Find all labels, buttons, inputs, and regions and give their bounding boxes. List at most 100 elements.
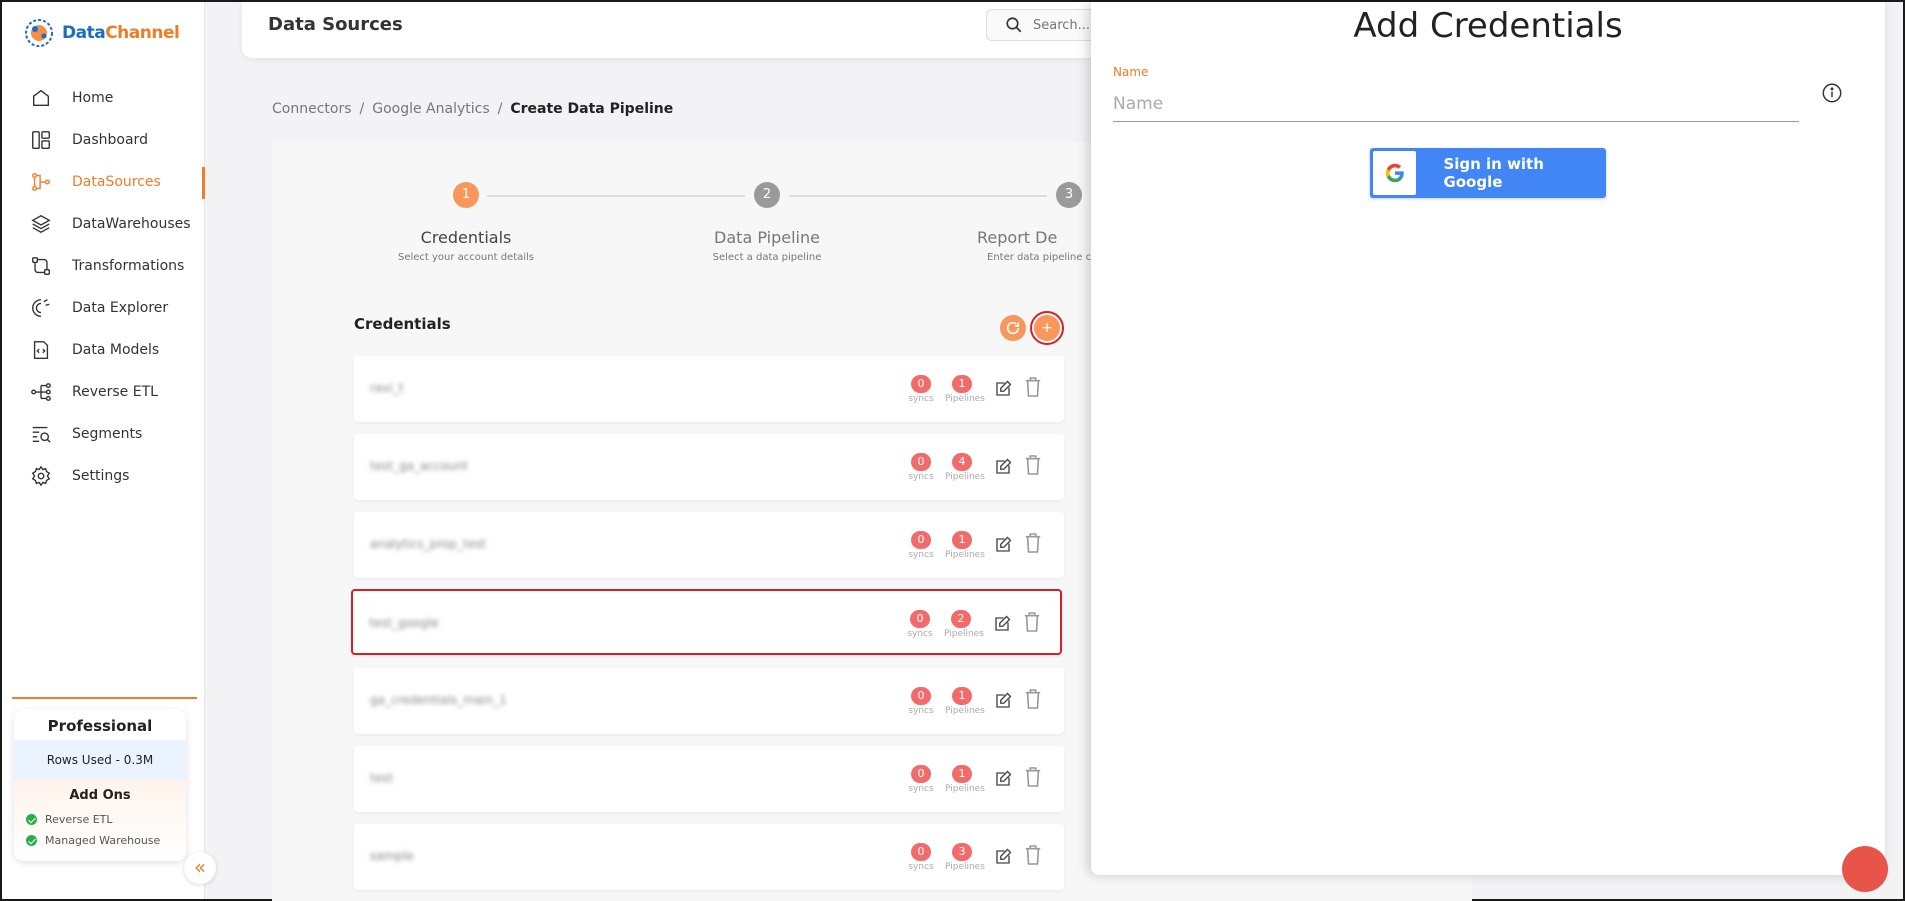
datasources-icon (32, 173, 50, 191)
addons-section: Add Ons Reverse ETL Managed Warehouse (14, 780, 186, 861)
pipelines-badge-group: 2 Pipelines (944, 607, 984, 639)
data-explorer-icon (32, 299, 50, 317)
pipelines-label: Pipelines (945, 472, 985, 482)
sign-in-with-google-button[interactable]: Sign in with Google (1370, 148, 1606, 198)
trash-icon[interactable] (1024, 766, 1042, 788)
breadcrumb-google-analytics[interactable]: Google Analytics (372, 101, 489, 117)
syncs-badge-group: 0 syncs (904, 450, 938, 482)
collapse-sidebar-button[interactable]: « (184, 852, 216, 884)
add-credential-button[interactable]: + (1030, 311, 1064, 345)
home-icon (32, 89, 50, 107)
credentials-title: Credentials (354, 315, 451, 333)
addons-title: Add Ons (69, 788, 131, 803)
page-title: Data Sources (268, 14, 403, 35)
credential-row[interactable]: ravi_t 0 syncs 1 Pipelines (354, 356, 1064, 422)
pipelines-label: Pipelines (945, 550, 985, 560)
credential-name: analytics_prop_test (370, 537, 486, 551)
trash-icon[interactable] (1024, 688, 1042, 710)
syncs-badge-group: 0 syncs (903, 607, 937, 639)
data-models-icon (33, 341, 49, 359)
step-3-circle[interactable]: 3 (1056, 182, 1082, 208)
credential-name: sample (370, 849, 414, 863)
step-2-label: Data Pipeline (714, 228, 820, 247)
breadcrumb-connectors[interactable]: Connectors (272, 101, 352, 117)
step-2-sub: Select a data pipeline (712, 252, 822, 263)
syncs-count-badge: 0 (911, 843, 931, 861)
edit-icon[interactable] (994, 770, 1012, 788)
edit-icon[interactable] (993, 615, 1011, 633)
name-input[interactable] (1113, 86, 1799, 122)
sidebar: DataChannel Home Dashboard DataSources D… (2, 2, 216, 899)
plan-divider (12, 697, 197, 699)
sidebar-item-label: Data Explorer (72, 300, 169, 316)
syncs-badge-group: 0 syncs (904, 372, 938, 404)
step-2-circle[interactable]: 2 (754, 182, 780, 208)
check-icon (26, 835, 37, 846)
settings-icon (31, 465, 51, 487)
step-1-circle[interactable]: 1 (453, 182, 479, 208)
credential-name: test (370, 771, 394, 785)
syncs-badge-group: 0 syncs (904, 684, 938, 716)
credential-row[interactable]: test_google 0 syncs 2 Pipelines (351, 589, 1062, 655)
edit-icon[interactable] (994, 848, 1012, 866)
step-1-label: Credentials (420, 228, 512, 247)
edit-icon[interactable] (994, 380, 1012, 398)
syncs-label: syncs (907, 629, 933, 639)
edit-icon[interactable] (994, 458, 1012, 476)
sidebar-item-dashboard[interactable]: Dashboard (2, 119, 204, 161)
sidebar-item-data-models[interactable]: Data Models (2, 329, 204, 371)
logo-text: DataChannel (62, 23, 180, 43)
credential-row[interactable]: analytics_prop_test 0 syncs 1 Pipelines (354, 512, 1064, 578)
refresh-icon (1006, 321, 1020, 335)
syncs-label: syncs (908, 862, 934, 872)
pipelines-label: Pipelines (944, 629, 984, 639)
pipelines-badge-group: 1 Pipelines (945, 528, 985, 560)
breadcrumb: Connectors / Google Analytics / Create D… (272, 101, 673, 117)
syncs-label: syncs (908, 394, 934, 404)
sidebar-item-settings[interactable]: Settings (2, 455, 204, 497)
dashboard-icon (32, 131, 50, 149)
trash-icon[interactable] (1024, 844, 1042, 866)
plan-card: Professional Rows Used - 0.3M Add Ons Re… (14, 709, 186, 861)
logo[interactable]: DataChannel (22, 16, 180, 50)
sidebar-item-label: Dashboard (72, 132, 148, 148)
pipelines-count-badge: 2 (951, 610, 971, 628)
pipelines-badge-group: 1 Pipelines (945, 762, 985, 794)
pipelines-badge-group: 4 Pipelines (945, 450, 985, 482)
sidebar-item-label: Settings (72, 468, 130, 484)
credential-row[interactable]: test 0 syncs 1 Pipelines (354, 746, 1064, 812)
sidebar-item-home[interactable]: Home (2, 77, 204, 119)
pipelines-count-badge: 1 (952, 687, 972, 705)
refresh-button[interactable] (1000, 315, 1026, 341)
trash-icon[interactable] (1024, 376, 1042, 398)
trash-icon[interactable] (1024, 532, 1042, 554)
info-icon[interactable] (1821, 82, 1843, 104)
step-1-sub: Select your account details (397, 252, 535, 263)
edit-icon[interactable] (994, 692, 1012, 710)
pipelines-count-badge: 1 (952, 375, 972, 393)
credential-row[interactable]: ga_credentials_main_1 0 syncs 1 Pipelines (354, 668, 1064, 734)
credential-row[interactable]: test_ga_account 0 syncs 4 Pipelines (354, 434, 1064, 500)
pipelines-label: Pipelines (945, 706, 985, 716)
sidebar-item-data-explorer[interactable]: Data Explorer (2, 287, 204, 329)
name-field-label: Name (1113, 65, 1149, 79)
rows-used: Rows Used - 0.3M (14, 740, 186, 780)
syncs-label: syncs (908, 472, 934, 482)
trash-icon[interactable] (1023, 611, 1041, 633)
credential-row[interactable]: sample 0 syncs 3 Pipelines (354, 824, 1064, 890)
breadcrumb-current: Create Data Pipeline (510, 101, 674, 117)
google-logo-icon (1373, 151, 1417, 195)
addon-item: Reverse ETL (14, 809, 186, 830)
sidebar-item-datawarehouses[interactable]: DataWarehouses (2, 203, 204, 245)
trash-icon[interactable] (1024, 454, 1042, 476)
pipelines-count-badge: 1 (952, 765, 972, 783)
pipelines-count-badge: 4 (952, 453, 972, 471)
chat-widget-button[interactable] (1842, 846, 1888, 892)
sidebar-item-label: Reverse ETL (72, 384, 158, 400)
addon-item: Managed Warehouse (14, 830, 186, 851)
sidebar-item-segments[interactable]: Segments (2, 413, 204, 455)
sidebar-item-transformations[interactable]: Transformations (2, 245, 204, 287)
edit-icon[interactable] (994, 536, 1012, 554)
sidebar-item-datasources[interactable]: DataSources (2, 161, 205, 203)
sidebar-item-reverse-etl[interactable]: Reverse ETL (2, 371, 204, 413)
